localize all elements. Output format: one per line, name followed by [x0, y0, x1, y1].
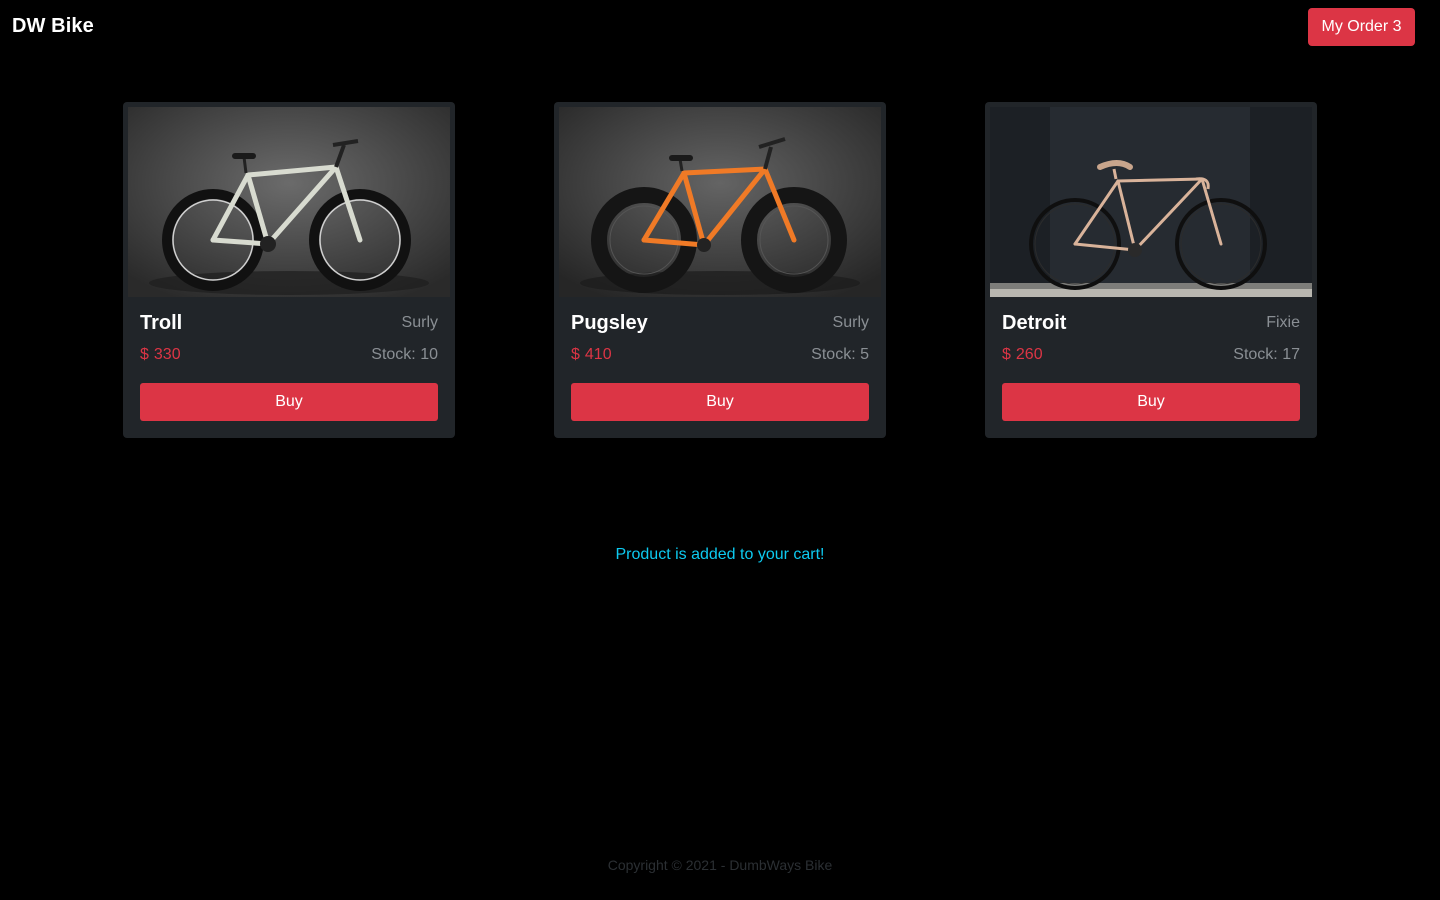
- product-card-detroit: Detroit Fixie $260 Stock: 17 Buy: [985, 102, 1317, 438]
- product-image-detroit: [990, 107, 1312, 297]
- product-brand: Fixie: [1266, 314, 1300, 331]
- footer-copyright: Copyright © 2021 - DumbWays Bike: [607, 857, 833, 873]
- product-stock: Stock: 5: [811, 346, 869, 363]
- product-image-pugsley: [559, 107, 881, 297]
- buy-button[interactable]: Buy: [571, 383, 869, 421]
- product-price: $410: [571, 346, 612, 363]
- product-name: Detroit: [1002, 312, 1067, 334]
- product-card-pugsley: Pugsley Surly $410 Stock: 5 Buy: [554, 102, 886, 438]
- product-name: Pugsley: [571, 312, 648, 334]
- brand-logo[interactable]: DW Bike: [12, 15, 94, 38]
- product-price: $330: [140, 346, 181, 363]
- buy-button[interactable]: Buy: [1002, 383, 1300, 421]
- product-image-troll: [128, 107, 450, 297]
- cart-added-message: Product is added to your cart!: [615, 546, 825, 563]
- buy-button[interactable]: Buy: [140, 383, 438, 421]
- product-card-troll: Troll Surly $330 Stock: 10 Buy: [123, 102, 455, 438]
- product-stock: Stock: 17: [1233, 346, 1300, 363]
- product-name: Troll: [140, 312, 183, 334]
- product-brand: Surly: [832, 314, 869, 331]
- navbar: DW Bike My Order 3: [0, 0, 1440, 56]
- my-order-button[interactable]: My Order 3: [1308, 8, 1415, 46]
- product-brand: Surly: [401, 314, 438, 331]
- product-stock: Stock: 10: [371, 346, 438, 363]
- product-price: $260: [1002, 346, 1043, 363]
